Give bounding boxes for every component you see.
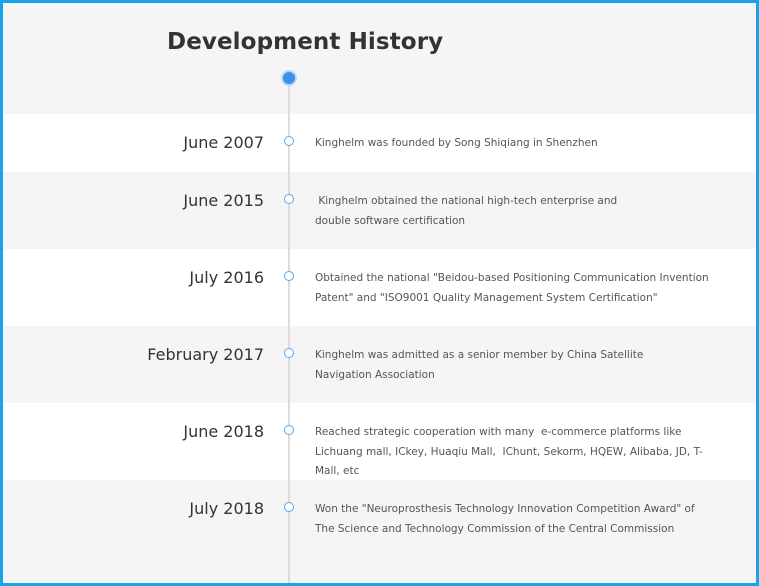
timeline-marker <box>284 425 294 435</box>
timeline-row: June 2018 Reached strategic cooperation … <box>3 403 756 480</box>
timeline-date: June 2007 <box>183 133 264 152</box>
timeline-row: June 2015 Kinghelm obtained the national… <box>3 172 756 249</box>
header: Development History <box>3 3 756 114</box>
timeline-row: July 2016 Obtained the national "Beidou-… <box>3 249 756 326</box>
timeline-row: June 2007 Kinghelm was founded by Song S… <box>3 114 756 172</box>
timeline-date: June 2015 <box>183 191 264 210</box>
timeline-date: February 2017 <box>147 345 264 364</box>
timeline-description: Kinghelm obtained the national high-tech… <box>315 195 621 227</box>
timeline-description: Kinghelm was founded by Song Shiqiang in… <box>315 137 598 149</box>
timeline-marker <box>284 271 294 281</box>
timeline-date: July 2016 <box>189 268 264 287</box>
timeline-description: Kinghelm was admitted as a senior member… <box>315 349 644 381</box>
page-frame: Development History June 2007 Kinghelm w… <box>0 0 759 586</box>
timeline-row: July 2018 Won the "Neuroprosthesis Techn… <box>3 480 756 583</box>
timeline-marker <box>284 502 294 512</box>
timeline-date: July 2018 <box>189 499 264 518</box>
timeline-description: Reached strategic cooperation with many … <box>315 426 703 477</box>
timeline-start-dot <box>283 72 295 84</box>
timeline-description: Obtained the national "Beidou-based Posi… <box>315 272 709 304</box>
timeline-description: Won the "Neuroprosthesis Technology Inno… <box>315 503 695 535</box>
timeline-row: February 2017 Kinghelm was admitted as a… <box>3 326 756 403</box>
page-title: Development History <box>167 29 444 55</box>
timeline-marker <box>284 136 294 146</box>
timeline-date: June 2018 <box>183 422 264 441</box>
timeline-marker <box>284 194 294 204</box>
timeline-marker <box>284 348 294 358</box>
